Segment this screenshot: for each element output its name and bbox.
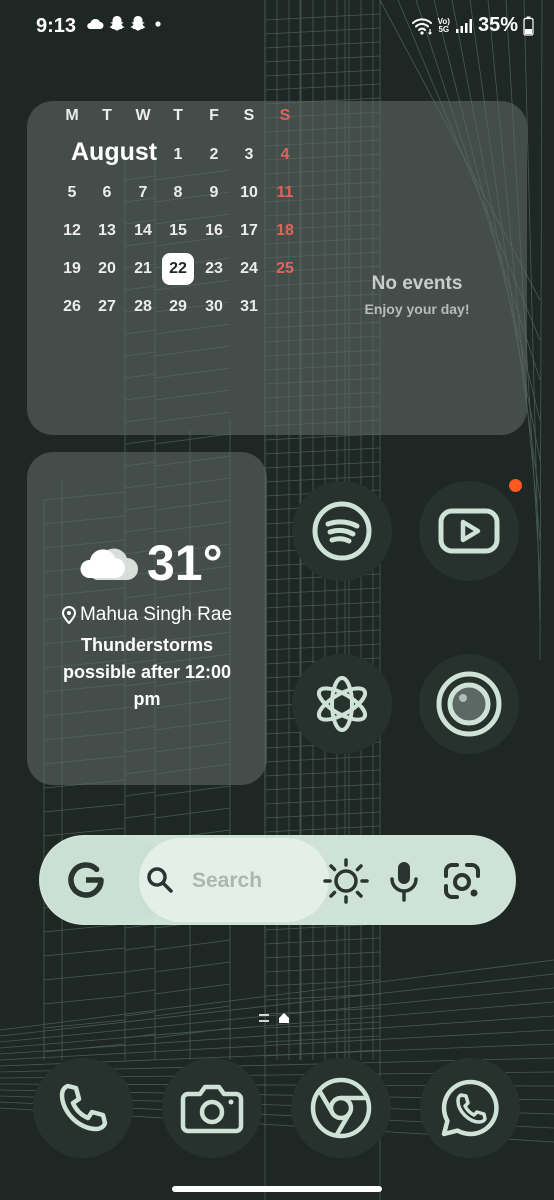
chatgpt-icon [316,676,368,732]
calendar-day[interactable]: 24 [233,253,265,285]
calendar-day[interactable]: 5 [56,177,88,209]
weather-widget[interactable]: 31° Mahua Singh Rae Thunderstorms possib… [27,452,267,785]
partly-cloudy-icon [80,548,138,580]
weekday-label: S [243,107,255,124]
calendar-day[interactable]: 27 [91,291,123,323]
whatsapp-icon [441,1079,499,1137]
signal-icon [455,18,472,33]
app-youtube[interactable] [419,481,519,581]
calendar-day[interactable]: 13 [91,215,123,247]
status-indicators: Vo) 5G 35% [411,14,534,37]
status-time: 9:13 [36,15,77,37]
calendar-day[interactable]: 12 [56,215,88,247]
calendar-events-panel: No events Enjoy your day! [307,273,527,317]
google-icon [68,862,104,898]
location-pin-icon [61,606,76,624]
brightness-icon [323,858,369,904]
weekday-label: F [209,107,219,124]
spotify-icon [312,501,372,561]
weather-location-text: Mahua Singh Rae [79,604,233,625]
snapchat-icon [130,16,146,31]
dock-whatsapp[interactable] [420,1058,520,1158]
no-events-subtitle: Enjoy your day! [364,301,470,317]
lens-icon [436,671,502,737]
calendar-widget[interactable]: August M T W T F S S 1 2 3 4 5 6 7 8 9 10 11 12 13 14 15 16 17 1… [27,101,527,435]
calendar-day[interactable]: 7 [127,177,159,209]
page-menu-icon [259,1014,269,1022]
google-lens-button[interactable] [440,859,484,903]
page-indicator[interactable] [258,1012,290,1024]
battery-percentage: 35% [477,14,518,36]
network-type-label: 5G [438,24,450,34]
calendar-day[interactable]: 6 [91,177,123,209]
calendar-day[interactable]: 30 [198,291,230,323]
notification-icons [86,15,165,32]
snapchat-icon [109,16,125,31]
calendar-day[interactable]: 14 [127,215,159,247]
camera-icon [180,1084,244,1134]
calendar-day[interactable]: 18 [269,215,301,247]
home-gesture-handle[interactable] [172,1186,382,1192]
calendar-day[interactable]: 19 [56,253,88,285]
home-page-icon [279,1013,289,1023]
battery-icon [523,16,534,36]
no-events-title: No events [371,273,463,294]
app-spotify[interactable] [292,481,392,581]
calendar-day[interactable]: 17 [233,215,265,247]
calendar-day[interactable]: 10 [233,177,265,209]
weekday-label: M [65,107,79,124]
dot-icon [155,20,161,27]
calendar-day[interactable]: 23 [198,253,230,285]
weekday-label: W [135,107,151,124]
volte-5g-icon: Vo) 5G [438,17,450,34]
weather-location: Mahua Singh Rae [27,604,267,626]
calendar-day[interactable]: 2 [198,139,230,171]
calendar-day[interactable]: 8 [162,177,194,209]
chrome-icon [310,1077,372,1139]
calendar-day[interactable]: 16 [198,215,230,247]
calendar-day[interactable]: 1 [162,139,194,171]
calendar-day[interactable]: 28 [127,291,159,323]
calendar-day[interactable]: 20 [91,253,123,285]
app-lens[interactable] [419,654,519,754]
calendar-day[interactable]: 11 [269,177,301,209]
voice-search-button[interactable] [384,857,424,905]
calendar-day[interactable]: 21 [127,253,159,285]
calendar-today[interactable]: 22 [162,253,194,285]
weekday-label: T [102,107,112,124]
youtube-icon [438,508,500,554]
calendar-month: August [71,138,158,166]
calendar-day[interactable]: 25 [269,253,301,285]
search-placeholder[interactable]: Search [192,869,262,893]
calendar-day[interactable]: 29 [162,291,194,323]
calendar-day[interactable]: 31 [233,291,265,323]
microphone-icon [390,862,418,902]
dock-chrome[interactable] [291,1058,391,1158]
calendar-day[interactable]: 15 [162,215,194,247]
weather-temperature: 31° [147,535,223,591]
weather-description: Thunderstorms possible after 12:00 pm [62,635,232,709]
calendar-day[interactable]: 9 [198,177,230,209]
weekday-label: T [173,107,183,124]
search-icon [147,867,173,893]
status-bar: 9:13 Vo) 5G 35% [0,0,554,54]
notification-badge [509,479,522,492]
app-chatgpt[interactable] [292,654,392,754]
calendar-day[interactable]: 4 [269,139,301,171]
calendar-day[interactable]: 3 [233,139,265,171]
dock-camera[interactable] [162,1058,262,1158]
phone-icon [59,1083,108,1132]
cloud-icon [87,18,104,29]
calendar-day[interactable]: 26 [56,291,88,323]
dock-phone[interactable] [33,1058,133,1158]
weekday-label: S [279,107,291,124]
google-lens-icon [444,863,480,899]
brightness-button[interactable] [322,857,370,905]
wifi-icon [411,17,432,35]
